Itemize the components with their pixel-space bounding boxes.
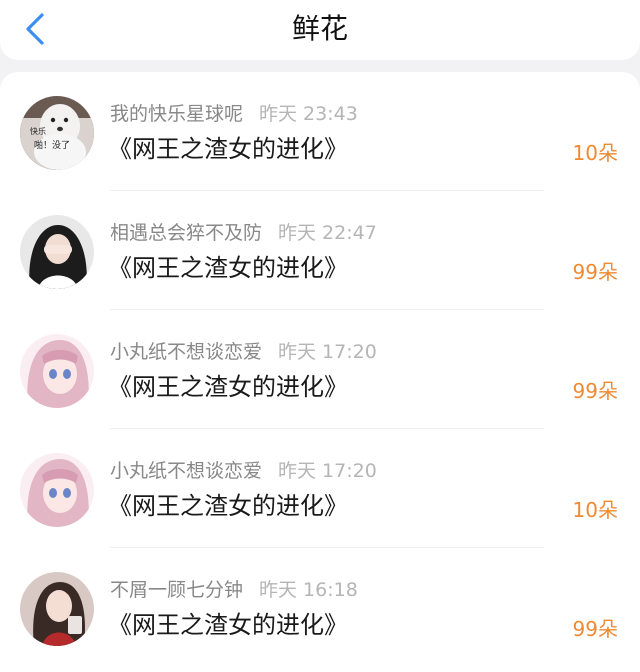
list-item[interactable]: 小丸纸不想谈恋爱 昨天 17:20 《网王之渣女的进化》 10朵 (0, 429, 640, 548)
sender-name[interactable]: 相遇总会猝不及防 (110, 222, 262, 244)
list-item[interactable]: 快乐 啪！没了 我的快乐星球呢 昨天 23:43 《网王之渣女的进化》 10朵 (0, 72, 640, 191)
flower-amount: 99朵 (572, 617, 618, 641)
avatar-caption-bottom: 啪！没了 (34, 139, 70, 151)
record-meta: 我的快乐星球呢 昨天 23:43 (110, 102, 358, 126)
record-meta: 相遇总会猝不及防 昨天 22:47 (110, 221, 377, 245)
record-meta: 小丸纸不想谈恋爱 昨天 17:20 (110, 459, 377, 483)
girl-portrait-avatar[interactable] (20, 572, 94, 646)
list-item[interactable]: 不屑一顾七分钟 昨天 16:18 《网王之渣女的进化》 99朵 (0, 548, 640, 667)
sender-name[interactable]: 不屑一顾七分钟 (110, 579, 243, 601)
timestamp: 昨天 22:47 (278, 222, 377, 244)
book-title[interactable]: 《网王之渣女的进化》 (108, 252, 348, 284)
flower-amount: 99朵 (572, 260, 618, 284)
anime-girl-avatar[interactable] (20, 453, 94, 527)
sender-name[interactable]: 我的快乐星球呢 (110, 103, 243, 125)
sender-name[interactable]: 小丸纸不想谈恋爱 (110, 341, 262, 363)
page-title: 鲜花 (291, 12, 348, 45)
nav-bar: 鲜花 (0, 0, 640, 60)
timestamp: 昨天 23:43 (259, 103, 358, 125)
dog-sticker-avatar[interactable]: 快乐 啪！没了 (20, 96, 94, 170)
list-item[interactable]: 相遇总会猝不及防 昨天 22:47 《网王之渣女的进化》 99朵 (0, 191, 640, 310)
book-title[interactable]: 《网王之渣女的进化》 (108, 490, 348, 522)
timestamp: 昨天 16:18 (259, 579, 358, 601)
book-title[interactable]: 《网王之渣女的进化》 (108, 371, 348, 403)
record-meta: 不屑一顾七分钟 昨天 16:18 (110, 578, 358, 602)
flower-amount: 99朵 (572, 379, 618, 403)
flower-amount: 10朵 (572, 141, 618, 165)
list-item[interactable]: 小丸纸不想谈恋爱 昨天 17:20 《网王之渣女的进化》 99朵 (0, 310, 640, 429)
flower-amount: 10朵 (572, 498, 618, 522)
anime-girl-avatar[interactable] (20, 334, 94, 408)
book-title[interactable]: 《网王之渣女的进化》 (108, 133, 348, 165)
record-meta: 小丸纸不想谈恋爱 昨天 17:20 (110, 340, 377, 364)
avatar-caption-top: 快乐 (30, 126, 46, 136)
book-title[interactable]: 《网王之渣女的进化》 (108, 609, 348, 641)
flower-record-list: 快乐 啪！没了 我的快乐星球呢 昨天 23:43 《网王之渣女的进化》 10朵 相… (0, 72, 640, 672)
sender-name[interactable]: 小丸纸不想谈恋爱 (110, 460, 262, 482)
girl-covering-face-avatar[interactable] (20, 215, 94, 289)
timestamp: 昨天 17:20 (278, 341, 377, 363)
timestamp: 昨天 17:20 (278, 460, 377, 482)
